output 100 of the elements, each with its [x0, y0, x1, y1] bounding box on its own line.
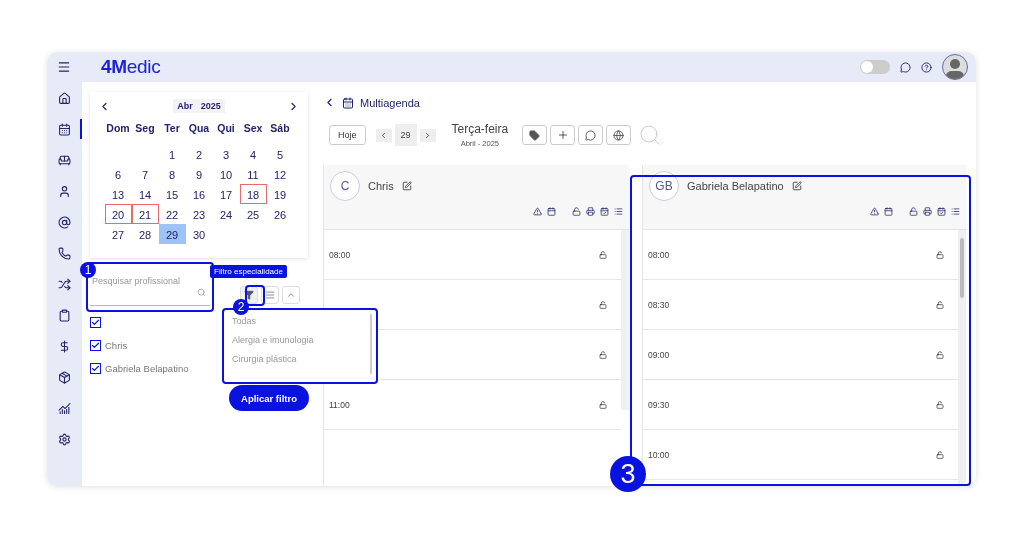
toggle-switch[interactable]: [860, 60, 890, 74]
calendar-day[interactable]: 30: [185, 224, 213, 244]
checkbox-label: Gabriela Belapatino: [105, 363, 189, 374]
list-icon[interactable]: [614, 207, 623, 216]
warning-icon[interactable]: [870, 207, 879, 216]
calendar-day[interactable]: 18: [239, 184, 267, 204]
step-number: 3: [610, 456, 646, 492]
today-button[interactable]: Hoje: [329, 125, 366, 145]
edit-icon[interactable]: [401, 181, 412, 191]
unlock-icon[interactable]: [599, 250, 607, 259]
calendar-day[interactable]: 13: [104, 184, 132, 204]
tag-button[interactable]: [522, 125, 548, 145]
calendar-day[interactable]: 1: [158, 144, 186, 164]
chevron-up-icon: [286, 290, 296, 300]
globe-button[interactable]: [606, 125, 632, 145]
calendar-day[interactable]: 7: [131, 164, 159, 184]
calendar-day[interactable]: 16: [185, 184, 213, 204]
menu-icon[interactable]: [57, 60, 71, 74]
unlock-icon[interactable]: [572, 207, 581, 216]
unlock-icon[interactable]: [936, 350, 944, 359]
unlock-icon[interactable]: [936, 400, 944, 409]
printer-icon[interactable]: [923, 207, 932, 216]
calendar-day[interactable]: 5: [266, 144, 294, 164]
calendar-day[interactable]: 4: [239, 144, 267, 164]
professional-name: Gabriela Belapatino: [687, 180, 784, 192]
unlock-icon[interactable]: [599, 300, 607, 309]
filter-icon: [244, 290, 254, 300]
calendar-day[interactable]: 14: [131, 184, 159, 204]
month-selector[interactable]: Abr 2025: [173, 99, 225, 113]
checkbox[interactable]: [90, 340, 101, 351]
page-title: Multiagenda: [360, 96, 420, 109]
calendar-day[interactable]: 25: [239, 204, 267, 224]
calendar-day[interactable]: 28: [131, 224, 159, 244]
calendar-icon: [342, 96, 354, 109]
slot-time: 09:00: [648, 349, 670, 360]
calendar-day[interactable]: 26: [266, 204, 294, 224]
weekday-label: Seg: [134, 121, 156, 136]
chevron-left-icon: [379, 130, 388, 140]
weekday-label: Dom: [105, 121, 131, 136]
unlock-icon[interactable]: [936, 250, 944, 259]
calendar-day[interactable]: 2: [185, 144, 213, 164]
checkbox-label: Chris: [105, 340, 128, 351]
calendar-day[interactable]: 24: [212, 204, 240, 224]
calendar-day[interactable]: 11: [239, 164, 267, 184]
unlock-icon[interactable]: [909, 207, 918, 216]
chat-icon[interactable]: [900, 61, 911, 73]
weekday-label: Sex: [242, 121, 264, 136]
calendar-day[interactable]: 29: [158, 224, 186, 244]
unlock-icon[interactable]: [599, 350, 607, 359]
apply-filter-button[interactable]: Aplicar filtro: [229, 385, 309, 411]
plus-icon: [556, 129, 569, 141]
warning-icon[interactable]: [533, 207, 542, 216]
calendar-day[interactable]: 20: [104, 204, 132, 224]
slot-time: 08:00: [329, 249, 351, 260]
edit-icon[interactable]: [791, 181, 802, 191]
weekday-label: Sáb: [269, 121, 291, 136]
unlock-icon[interactable]: [936, 450, 944, 459]
scrollbar[interactable]: [621, 230, 629, 410]
calendar-day[interactable]: 6: [104, 164, 132, 184]
step-number: 2: [233, 299, 249, 315]
calendar-icon[interactable]: [937, 207, 946, 216]
calendar-day[interactable]: 19: [266, 184, 294, 204]
search-icon: [197, 288, 206, 297]
scrollbar[interactable]: [958, 230, 966, 486]
calendar-day[interactable]: 12: [266, 164, 294, 184]
chat-button[interactable]: [578, 125, 604, 145]
calendar-day[interactable]: 27: [104, 224, 132, 244]
calendar-icon[interactable]: [600, 207, 609, 216]
slot-time: 11:00: [329, 399, 350, 410]
day-number: 29: [394, 124, 417, 146]
calendar-day[interactable]: 22: [158, 204, 186, 224]
initials-avatar: C: [330, 171, 360, 201]
list-icon[interactable]: [951, 207, 960, 216]
avatar[interactable]: [942, 54, 968, 80]
calendar-day[interactable]: 8: [158, 164, 186, 184]
printer-icon[interactable]: [586, 207, 595, 216]
calendar-day[interactable]: 17: [212, 184, 240, 204]
slot-time: 09:30: [648, 399, 670, 410]
chevron-right-icon: [423, 130, 432, 140]
unlock-icon[interactable]: [936, 300, 944, 309]
weekday-title: Terça-feira: [451, 122, 509, 136]
help-icon[interactable]: [921, 61, 932, 73]
calendar-day[interactable]: 15: [158, 184, 186, 204]
weekday-label: Qua: [187, 121, 211, 136]
calendar-day[interactable]: 23: [185, 204, 213, 224]
calendar-icon[interactable]: [884, 207, 893, 216]
calendar-day[interactable]: 21: [131, 204, 159, 224]
weekday-label: Qui: [216, 121, 236, 136]
unlock-icon[interactable]: [599, 400, 607, 409]
calendar-icon[interactable]: [547, 207, 556, 216]
checkbox[interactable]: [90, 317, 101, 328]
professional-name: Chris: [368, 180, 394, 192]
calendar-day[interactable]: 3: [212, 144, 240, 164]
weekday-label: Ter: [163, 121, 181, 136]
slot-time: 08:30: [648, 299, 670, 310]
checkbox[interactable]: [90, 363, 101, 374]
slot-time: 10:00: [648, 449, 670, 460]
calendar-day[interactable]: 9: [185, 164, 213, 184]
tag-icon: [529, 129, 541, 141]
calendar-day[interactable]: 10: [212, 164, 240, 184]
